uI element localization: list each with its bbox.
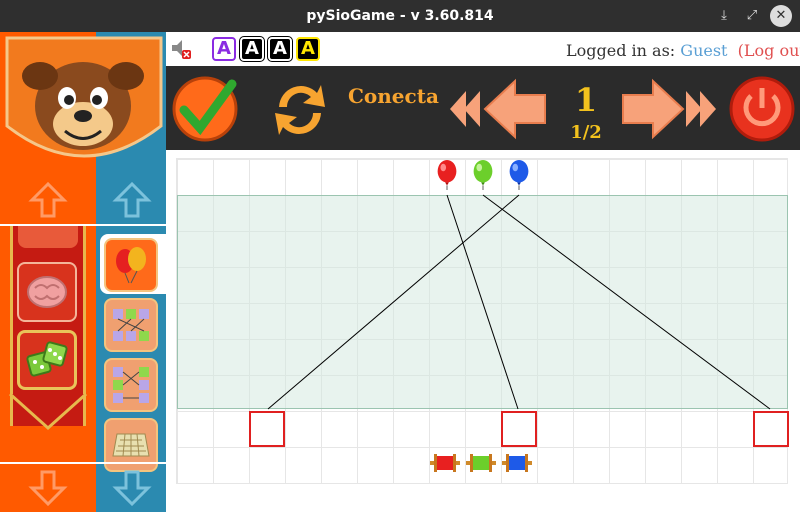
game-scroll-up-button[interactable] [86, 174, 178, 226]
prev-level-button[interactable] [448, 86, 482, 132]
green-spool-icon[interactable] [466, 452, 496, 474]
logout-link[interactable]: (Log out) [738, 41, 800, 60]
quit-button[interactable] [728, 74, 796, 144]
balloons-icon [116, 247, 146, 284]
login-prefix: Logged in as: [566, 41, 676, 60]
number-connect-icon [113, 309, 149, 341]
drop-target[interactable] [753, 411, 789, 447]
number-match-icon [113, 367, 149, 403]
speaker-muted-icon[interactable] [170, 38, 192, 60]
minimize-icon[interactable]: ⤓ [714, 6, 734, 26]
blue-spool-icon[interactable] [502, 452, 532, 474]
category-scroll-down-button[interactable] [2, 464, 94, 512]
brain-icon [27, 276, 67, 308]
green-balloon-icon[interactable] [471, 160, 495, 190]
maximize-icon[interactable]: ⤢ [742, 6, 762, 26]
top-bar: A A A A Logged in as: Guest (Log out) [166, 32, 800, 66]
keyboard-grid-icon [112, 433, 150, 457]
game-board [176, 158, 789, 484]
drop-target[interactable] [501, 411, 537, 447]
login-status: Logged in as: Guest (Log out) [566, 41, 800, 60]
red-spool-icon[interactable] [430, 452, 460, 474]
font-size-button-2[interactable]: A [239, 36, 265, 62]
category-item-dice[interactable] [17, 330, 77, 390]
font-size-button-3[interactable]: A [267, 36, 293, 62]
down-arrow-icon [28, 470, 68, 507]
check-button[interactable] [170, 74, 240, 144]
category-pointer-icon [8, 392, 88, 431]
mascot-logo-icon [5, 36, 163, 158]
drop-target[interactable] [249, 411, 285, 447]
level-progress: 1/2 [570, 122, 602, 143]
double-right-icon [686, 91, 716, 127]
blue-balloon-icon[interactable] [507, 160, 531, 190]
dice-icon [26, 341, 68, 377]
username-link[interactable]: Guest [680, 41, 727, 60]
refresh-icon [275, 85, 325, 135]
up-arrow-icon [28, 181, 68, 218]
checkmark-icon [172, 76, 238, 142]
category-scroll-up-button[interactable] [2, 174, 94, 226]
left-arrow-icon [483, 78, 546, 140]
title-bar: pySioGame - v 3.60.814 ⤓ ⤢ ✕ [0, 0, 800, 32]
category-item-partial[interactable] [18, 226, 78, 248]
game-title: Conecta [348, 84, 439, 108]
refresh-button[interactable] [266, 76, 334, 144]
prev-button[interactable] [482, 74, 548, 144]
red-balloon-icon[interactable] [435, 160, 459, 190]
game-item-balloons[interactable] [104, 238, 158, 292]
level-number: 1 [574, 81, 598, 119]
next-level-button[interactable] [684, 86, 718, 132]
next-button[interactable] [620, 74, 686, 144]
up-arrow-icon [112, 181, 152, 218]
game-toolbar: Conecta 1 1/2 [166, 66, 800, 150]
game-item-number-connect[interactable] [104, 298, 158, 352]
right-arrow-icon [622, 78, 685, 140]
window-title: pySioGame - v 3.60.814 [306, 8, 494, 24]
category-item-brain[interactable] [17, 262, 77, 322]
power-icon [729, 76, 795, 142]
down-arrow-icon [112, 470, 152, 507]
separator [96, 224, 166, 226]
close-icon[interactable]: ✕ [770, 5, 792, 27]
game-item-number-match[interactable] [104, 358, 158, 412]
double-left-icon [450, 91, 480, 127]
game-scroll-down-button[interactable] [86, 464, 178, 512]
font-size-button-1[interactable]: A [212, 37, 236, 61]
font-size-button-4[interactable]: A [296, 37, 320, 61]
